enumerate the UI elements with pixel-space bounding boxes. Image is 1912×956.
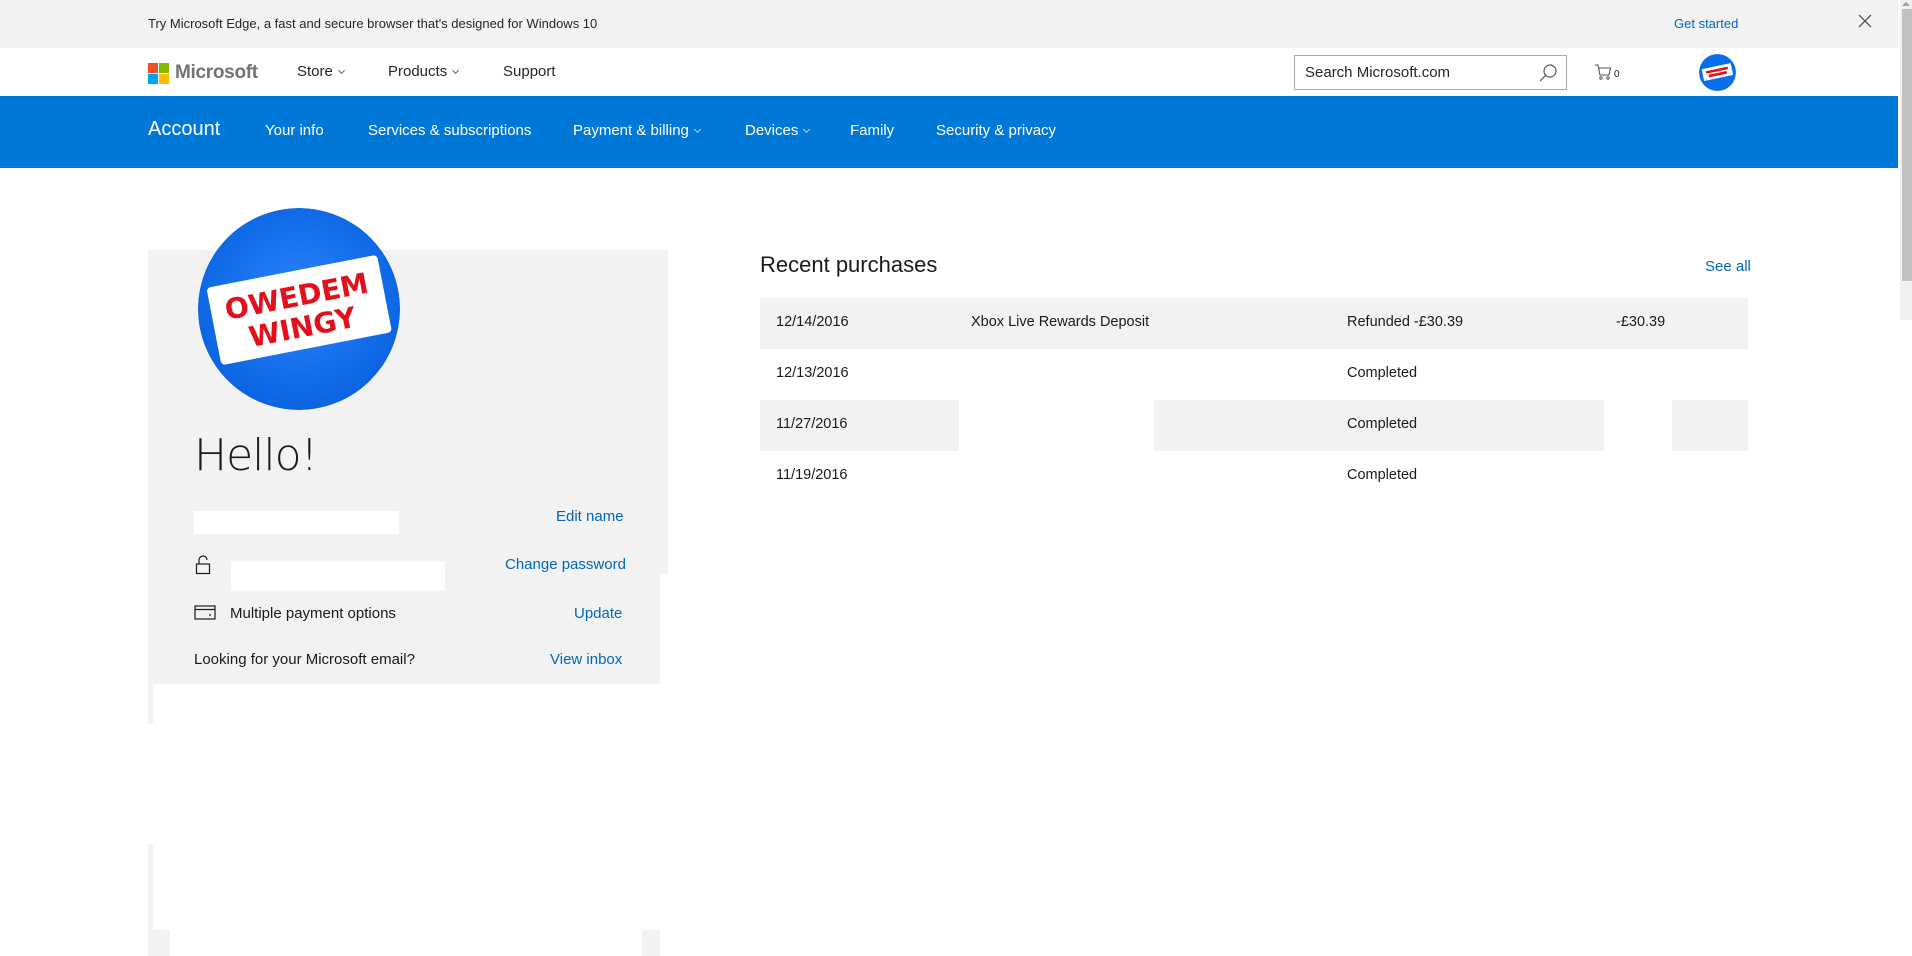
account-nav-title[interactable]: Account xyxy=(148,118,220,141)
update-payment-link[interactable]: Update xyxy=(574,605,622,622)
logo-wordmark: Microsoft xyxy=(175,62,258,83)
nav-support-label: Support xyxy=(503,63,556,80)
cart-button[interactable]: 0 xyxy=(1594,64,1620,85)
purchase-date: 12/14/2016 xyxy=(776,314,849,330)
view-inbox-link[interactable]: View inbox xyxy=(550,651,622,668)
chevron-down-icon xyxy=(337,66,345,74)
account-nav-security-privacy[interactable]: Security & privacy xyxy=(936,122,1056,139)
lock-icon xyxy=(195,555,211,580)
nav-products[interactable]: Products xyxy=(388,63,460,80)
credit-card-icon xyxy=(194,605,216,625)
panel-edge xyxy=(642,930,660,956)
account-nav-services-subscriptions[interactable]: Services & subscriptions xyxy=(368,122,531,139)
profile-avatar[interactable] xyxy=(1699,54,1736,91)
payment-options-text: Multiple payment options xyxy=(230,605,396,622)
get-started-link[interactable]: Get started xyxy=(1674,16,1738,31)
nav-store[interactable]: Store xyxy=(297,63,345,80)
purchase-status: Refunded -£30.39 xyxy=(1347,314,1464,330)
microsoft-logo-icon xyxy=(148,62,169,84)
profile-picture[interactable]: OWEDEM WINGY xyxy=(198,208,400,410)
logo-square xyxy=(159,73,169,84)
account-nav-label: Devices xyxy=(745,122,799,139)
vertical-scrollbar[interactable] xyxy=(1900,0,1912,320)
account-nav-label: Security & privacy xyxy=(936,122,1057,139)
cart-icon xyxy=(1594,64,1612,85)
purchase-status: Completed xyxy=(1347,467,1418,483)
chevron-down-icon xyxy=(452,66,460,74)
search-box xyxy=(1294,55,1567,90)
redacted-email xyxy=(231,561,445,591)
purchase-row[interactable]: 11/19/2016 Completed xyxy=(760,451,1748,502)
redacted-name xyxy=(194,511,399,534)
chevron-down-icon xyxy=(693,125,701,133)
nav-support[interactable]: Support xyxy=(503,63,556,80)
row-shade xyxy=(1672,400,1748,451)
scroll-up-arrow[interactable] xyxy=(1902,2,1910,6)
account-nav-payment-billing[interactable]: Payment & billing xyxy=(573,122,701,139)
email-prompt-text: Looking for your Microsoft email? xyxy=(194,651,415,668)
promo-text: Try Microsoft Edge, a fast and secure br… xyxy=(148,16,598,31)
nav-store-label: Store xyxy=(297,63,333,80)
account-nav-label: Payment & billing xyxy=(573,122,689,139)
purchase-amount: -£30.39 xyxy=(1616,314,1666,330)
chevron-down-icon xyxy=(803,125,811,133)
purchase-date: 11/27/2016 xyxy=(776,416,848,432)
account-nav-label: Family xyxy=(850,122,895,139)
account-nav-label: Services & subscriptions xyxy=(368,122,532,139)
account-nav-family[interactable]: Family xyxy=(850,122,894,139)
recent-purchases-title: Recent purchases xyxy=(760,252,938,277)
purchase-date: 12/13/2016 xyxy=(776,365,849,381)
greeting: Hello! xyxy=(194,430,318,481)
scroll-thumb[interactable] xyxy=(1902,9,1912,281)
account-nav-label: Your info xyxy=(265,122,324,139)
logo-square xyxy=(148,62,158,73)
site-header: Microsoft Store Products Support 0 xyxy=(0,48,1898,96)
account-nav-your-info[interactable]: Your info xyxy=(265,122,324,139)
close-icon[interactable] xyxy=(1856,12,1874,30)
purchase-date: 11/19/2016 xyxy=(776,467,848,483)
panel-edge xyxy=(153,930,170,956)
purchase-item: Xbox Live Rewards Deposit xyxy=(971,314,1150,330)
purchase-row[interactable]: 12/13/2016 Completed xyxy=(760,349,1748,400)
edge-promo-banner: Try Microsoft Edge, a fast and secure br… xyxy=(0,0,1898,48)
search-input[interactable] xyxy=(1295,56,1525,89)
cart-count: 0 xyxy=(1614,69,1620,80)
account-nav-bar: Account Your info Services & subscriptio… xyxy=(0,96,1898,168)
logo-square xyxy=(159,62,169,73)
purchase-row[interactable]: 11/27/2016 Completed xyxy=(760,400,1748,451)
logo-square xyxy=(148,73,158,84)
purchase-status: Completed xyxy=(1347,365,1418,381)
see-all-link[interactable]: See all xyxy=(1705,258,1751,275)
account-nav-devices[interactable]: Devices xyxy=(745,122,811,139)
nav-products-label: Products xyxy=(388,63,448,80)
edit-name-link[interactable]: Edit name xyxy=(556,508,624,525)
panel-edge xyxy=(148,684,153,724)
purchase-status: Completed xyxy=(1347,416,1418,432)
purchase-row[interactable]: 12/14/2016 Xbox Live Rewards Deposit Ref… xyxy=(760,298,1748,349)
search-icon[interactable] xyxy=(1538,63,1558,83)
change-password-link[interactable]: Change password xyxy=(505,556,626,573)
microsoft-logo[interactable]: Microsoft xyxy=(148,62,258,84)
